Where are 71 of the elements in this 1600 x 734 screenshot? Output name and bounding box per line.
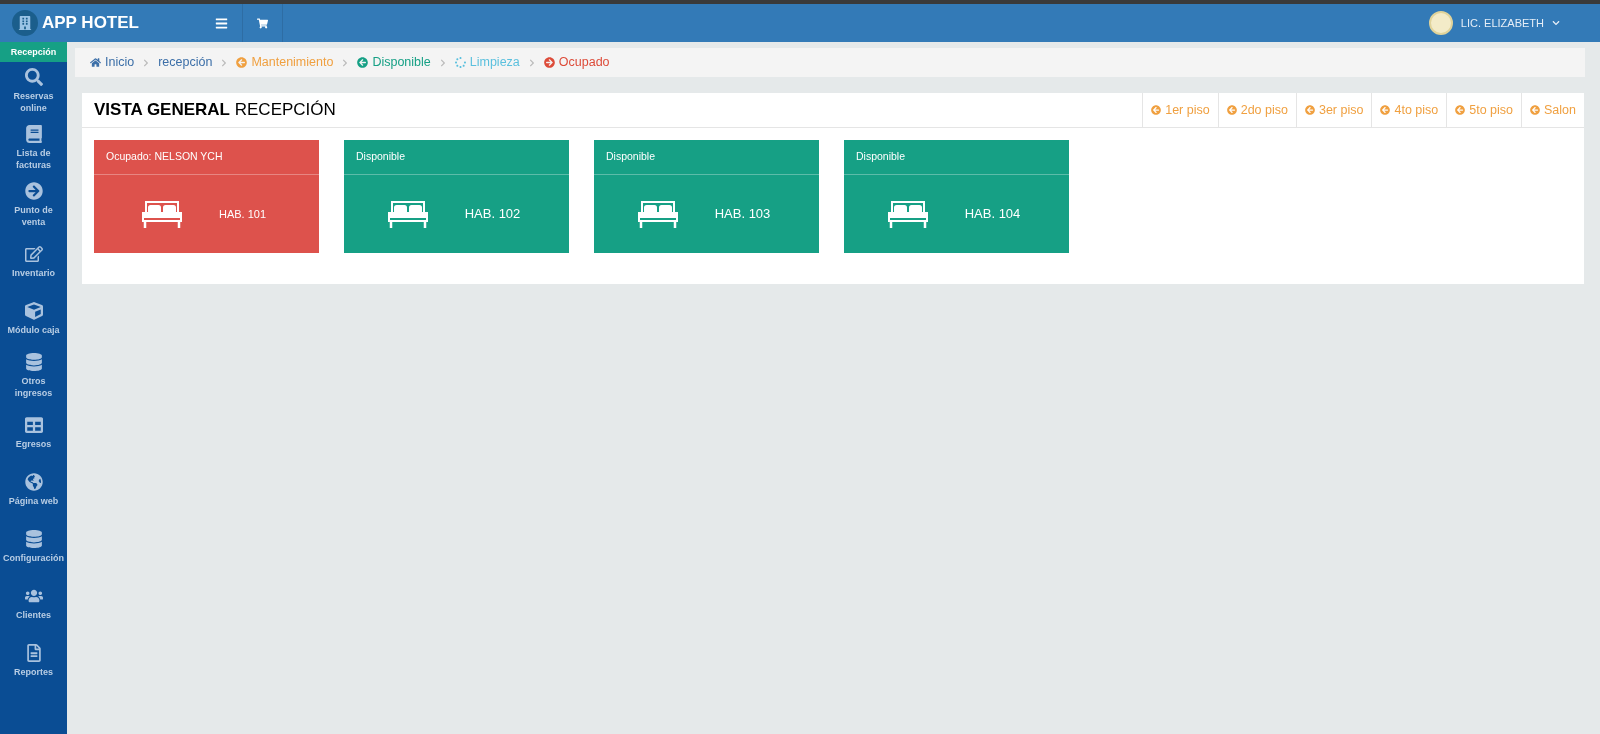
room-number: HAB. 103 <box>714 205 771 224</box>
arrow-left-icon <box>236 57 248 68</box>
document-icon <box>24 643 43 662</box>
bed-icon <box>636 199 679 229</box>
sidebar-item[interactable]: Otros ingresos <box>0 347 67 404</box>
sidebar-item[interactable]: Página web <box>0 461 67 518</box>
room-card[interactable]: Disponible HAB. 103 <box>594 140 819 253</box>
room-card[interactable]: Disponible HAB. 102 <box>344 140 569 253</box>
chevron-right-icon <box>438 58 447 67</box>
sidebar-item[interactable]: Módulo caja <box>0 290 67 347</box>
sidebar-item[interactable]: Configuración <box>0 518 67 575</box>
edit-icon <box>24 244 43 263</box>
arrow-left-icon <box>1304 105 1315 115</box>
floor-tab[interactable]: 2do piso <box>1217 93 1296 127</box>
bed-icon <box>386 199 429 229</box>
room-status: Ocupado: NELSON YCH <box>94 140 319 175</box>
room-number: HAB. 104 <box>964 205 1021 224</box>
sidebar-item[interactable]: Reportes <box>0 632 67 689</box>
breadcrumb-link[interactable]: Ocupado <box>543 53 610 72</box>
book-icon <box>24 124 43 143</box>
building-logo-icon <box>12 10 38 36</box>
sidebar-item[interactable]: Clientes <box>0 575 67 632</box>
room-card[interactable]: Disponible HAB. 104 <box>844 140 1069 253</box>
caret-icon <box>1552 19 1560 27</box>
room-number: HAB. 102 <box>464 205 521 224</box>
app-brand: APP HOTEL <box>42 12 139 35</box>
room-status: Disponible <box>844 140 1069 175</box>
arrow-right-icon <box>24 181 43 200</box>
arrow-left-icon <box>357 57 369 68</box>
arrow-left-icon <box>1380 105 1391 115</box>
floor-tab[interactable]: 1er piso <box>1142 93 1218 127</box>
search-icon <box>24 67 43 86</box>
sidebar-item[interactable]: Reservas online <box>0 62 67 119</box>
home-icon <box>90 57 101 68</box>
bed-icon <box>886 199 929 229</box>
arrow-left-icon <box>1151 105 1162 115</box>
sidebar-item[interactable]: Punto de venta <box>0 176 67 233</box>
arrow-left-icon <box>1455 105 1466 115</box>
panel-title: VISTA GENERAL RECEPCIÓN <box>93 99 337 122</box>
globe-icon <box>24 472 43 491</box>
chevron-right-icon <box>142 58 151 67</box>
room-number: HAB. 101 <box>218 206 267 222</box>
floor-tab[interactable]: 5to piso <box>1446 93 1521 127</box>
breadcrumb-link[interactable]: recepción <box>158 53 213 72</box>
sidebar-item[interactable]: Inventario <box>0 233 67 290</box>
chevron-right-icon <box>220 58 229 67</box>
breadcrumb-link[interactable]: Inicio <box>90 53 135 72</box>
database-icon <box>24 352 43 371</box>
arrow-left-icon <box>1226 105 1237 115</box>
room-card[interactable]: Ocupado: NELSON YCH HAB. 101 <box>94 140 319 253</box>
bed-icon <box>140 199 183 229</box>
chevron-right-icon <box>527 58 536 67</box>
arrow-right-icon <box>543 57 555 68</box>
spinner-icon <box>454 57 466 68</box>
floor-tab[interactable]: 4to piso <box>1371 93 1447 127</box>
arrow-left-icon <box>1530 105 1540 115</box>
floor-tab[interactable]: 3er piso <box>1295 93 1372 127</box>
table-icon <box>24 415 43 434</box>
database-icon <box>24 529 43 548</box>
avatar-icon <box>1428 11 1453 35</box>
chevron-right-icon <box>341 58 350 67</box>
floor-tab[interactable]: Salon <box>1521 93 1584 127</box>
room-status: Disponible <box>594 140 819 175</box>
sidebar-item[interactable]: Egresos <box>0 404 67 461</box>
breadcrumb-link[interactable]: Mantenimiento <box>236 53 334 72</box>
breadcrumb-link[interactable]: Disponible <box>357 53 431 72</box>
sidebar-item[interactable]: Lista de facturas <box>0 119 67 176</box>
user-menu[interactable]: LIC. ELIZABETH <box>1428 11 1600 35</box>
cube-icon <box>24 301 43 320</box>
sidebar-item[interactable]: Recepción <box>0 42 67 62</box>
room-status: Disponible <box>344 140 569 175</box>
